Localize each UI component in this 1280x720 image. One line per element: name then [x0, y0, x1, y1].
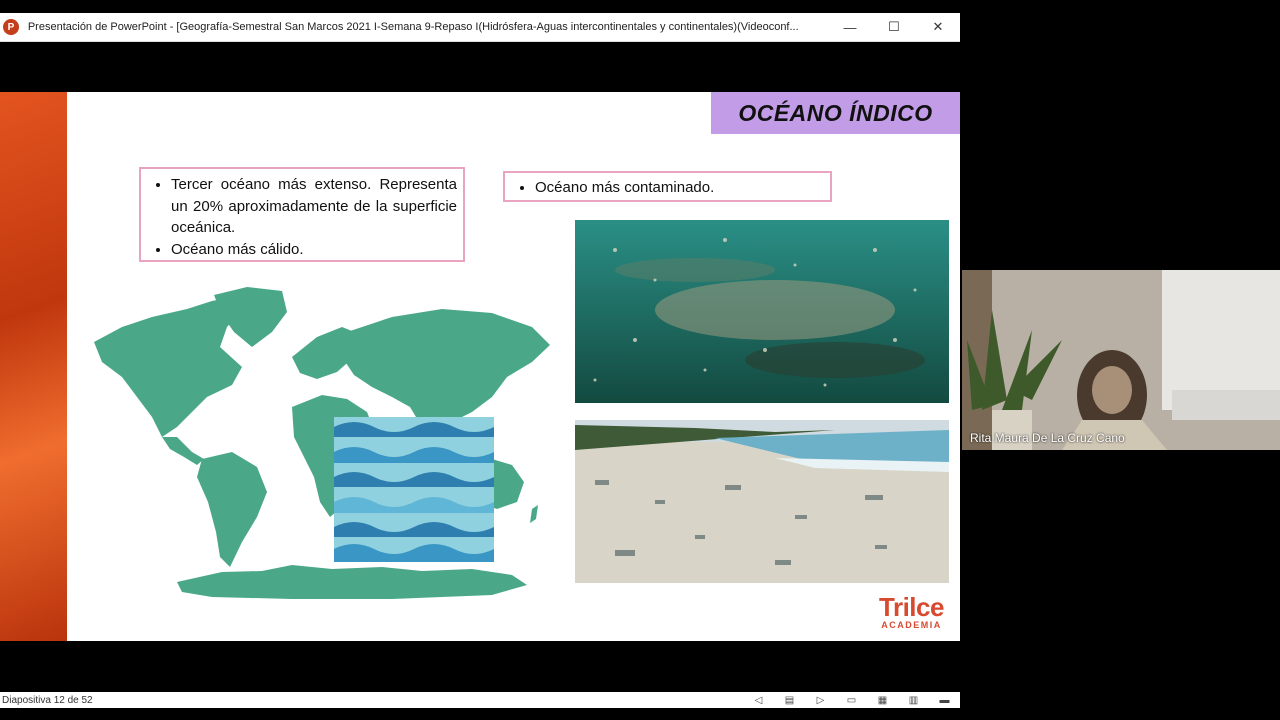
bullet-item: Océano más contaminado. — [535, 177, 824, 199]
window-titlebar[interactable]: P Presentación de PowerPoint - [Geografí… — [0, 13, 960, 42]
powerpoint-icon: P — [3, 19, 19, 35]
trilce-logo: Trilce ACADEMIA — [879, 594, 944, 630]
slide-sorter-icon[interactable]: ▤ — [774, 695, 805, 706]
previous-slide-icon[interactable]: ◁ — [743, 695, 774, 706]
slide-title: OCÉANO ÍNDICO — [738, 99, 933, 126]
previous-slide-edge — [0, 92, 67, 641]
reading-view-icon[interactable]: ▥ — [898, 695, 929, 706]
close-button[interactable]: ✕ — [916, 13, 960, 41]
logo-sub-text: ACADEMIA — [881, 620, 942, 630]
maximize-button[interactable]: ☐ — [872, 13, 916, 41]
polluted-beach-photo — [575, 420, 949, 583]
participant-name: Rita Maura De La Cruz Cano — [970, 431, 1125, 445]
logo-main-text: Trilce — [879, 592, 944, 622]
participant-video-frame — [962, 270, 1280, 450]
polluted-ocean-photo — [575, 220, 949, 403]
next-slide-icon[interactable]: ▷ — [805, 695, 836, 706]
slide-canvas[interactable]: OCÉANO ÍNDICO Tercer océano más extenso.… — [67, 92, 960, 641]
slide-title-box: OCÉANO ÍNDICO — [711, 92, 960, 134]
slideshow-view-icon[interactable]: ▬ — [929, 695, 960, 706]
bullet-item: Tercer océano más extenso. Representa un… — [171, 174, 457, 239]
notes-view-icon[interactable]: ▭ — [836, 695, 867, 706]
status-bar: Diapositiva 12 de 52 ◁ ▤ ▷ ▭ ▦ ▥ ▬ — [0, 692, 960, 708]
screen-top-border — [0, 0, 1280, 13]
grid-view-icon[interactable]: ▦ — [867, 695, 898, 706]
participant-video[interactable]: Rita Maura De La Cruz Cano — [962, 270, 1280, 450]
bullet-item: Océano más cálido. — [171, 239, 457, 261]
slide-counter: Diapositiva 12 de 52 — [2, 694, 93, 706]
bullet-box-left: Tercer océano más extenso. Representa un… — [139, 167, 465, 262]
window-title: Presentación de PowerPoint - [Geografía-… — [27, 21, 799, 33]
bullet-box-right: Océano más contaminado. — [503, 171, 832, 202]
world-map-image — [94, 287, 550, 599]
minimize-button[interactable]: — — [828, 13, 872, 41]
